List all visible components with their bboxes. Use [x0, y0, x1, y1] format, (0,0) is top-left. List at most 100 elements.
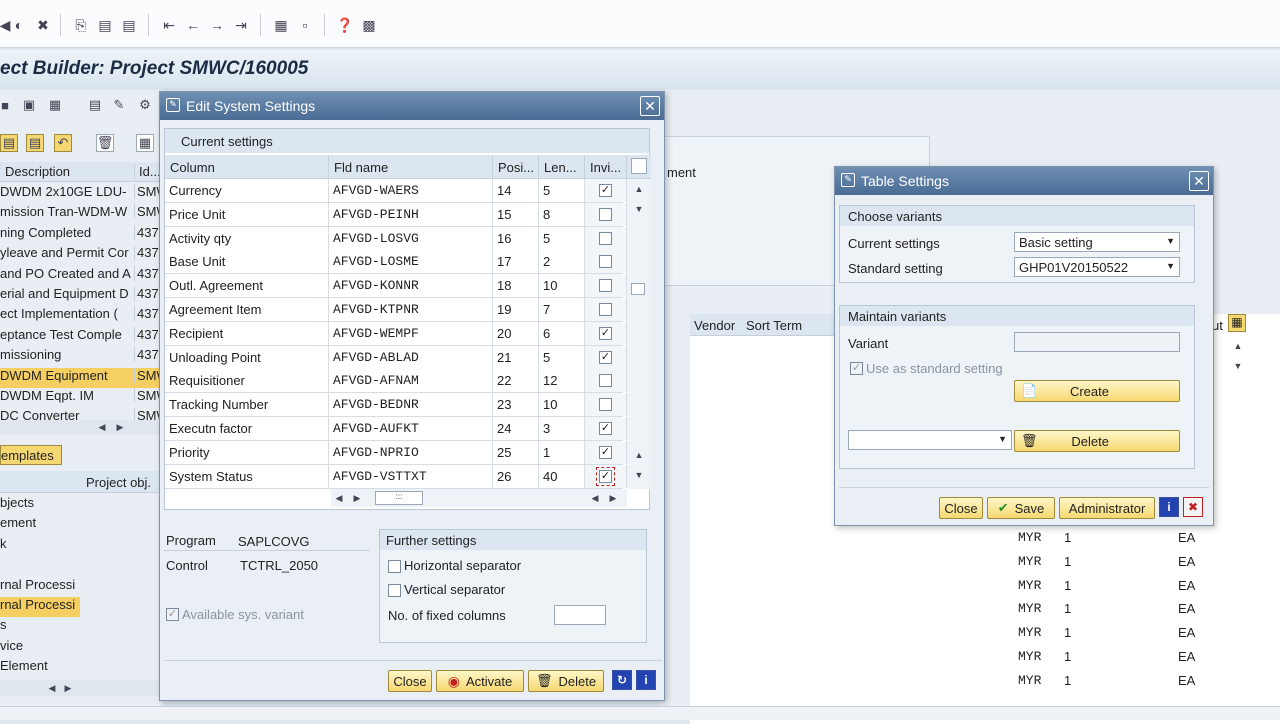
left-table-row[interactable]: mission Tran-WDM-WSMW: [0, 204, 162, 224]
table-row[interactable]: Requisitioner AFVGD-AFNAM 22 12: [165, 369, 627, 394]
left-table-row[interactable]: DWDM Eqpt. IMSMW: [0, 388, 162, 408]
settings-icon[interactable]: ⚙: [136, 96, 154, 114]
edit-icon[interactable]: ✎: [110, 96, 128, 114]
find-icon[interactable]: ▤: [96, 16, 114, 34]
paste-icon[interactable]: ▤: [26, 134, 44, 152]
print-icon[interactable]: ⎘: [72, 16, 90, 34]
current-settings-select[interactable]: Basic setting ▼: [1014, 232, 1180, 252]
trash-icon[interactable]: 🗑: [96, 134, 114, 152]
table-row[interactable]: Tracking Number AFVGD-BEDNR 23 10: [165, 393, 627, 418]
table-row[interactable]: Unloading Point AFVGD-ABLAD 21 5 ✓: [165, 345, 627, 370]
tree-node[interactable]: bjects: [0, 495, 80, 515]
undo-icon[interactable]: ↶: [54, 134, 72, 152]
left-table-row[interactable]: eptance Test Comple 437: [0, 326, 162, 347]
refresh-icon[interactable]: ↻: [612, 670, 632, 690]
left-hscroll[interactable]: ◀ ▶: [0, 420, 162, 434]
standard-setting-select[interactable]: GHP01V20150522 ▼: [1014, 257, 1180, 277]
tree-node[interactable]: [0, 556, 80, 576]
table-icon[interactable]: ▤: [86, 96, 104, 114]
close-dialog-icon[interactable]: ✕: [640, 96, 660, 116]
column-config-icon[interactable]: ▦: [1228, 314, 1246, 332]
cancel-icon[interactable]: ✖: [34, 16, 52, 34]
table-row[interactable]: Currency AFVGD-WAERS 14 5 ✓: [165, 179, 627, 203]
left-table-row[interactable]: ect Implementation (437: [0, 306, 162, 326]
exit-icon[interactable]: ◐: [10, 16, 28, 34]
close-button[interactable]: Close: [388, 670, 432, 692]
column-config-icon[interactable]: [631, 158, 647, 174]
table-row[interactable]: Priority AFVGD-NPRIO 25 1 ✓: [165, 440, 627, 465]
table-row[interactable]: Price Unit AFVGD-PEINH 15 8: [165, 202, 627, 227]
vertical-scrollbar[interactable]: ▲ ▼ ▲ ▼: [627, 179, 651, 489]
last-page-icon[interactable]: ⇥: [232, 16, 250, 34]
left-table-row[interactable]: erial and Equipment D 437: [0, 286, 162, 306]
grid-icon[interactable]: ▦: [136, 134, 154, 152]
table-row[interactable]: Executn factor AFVGD-AUFKT 24 3 ✓: [165, 417, 627, 441]
tree-node[interactable]: s: [0, 617, 80, 637]
info-icon[interactable]: i: [636, 670, 656, 690]
table-row[interactable]: Activity qty AFVGD-LOSVG 16 5: [165, 226, 627, 251]
hierarchy-icon[interactable]: ■: [0, 96, 14, 114]
previous-page-icon[interactable]: ←: [184, 16, 202, 34]
table-row[interactable]: System Status AFVGD-VSTTXT 26 40 ✓: [165, 464, 627, 489]
tree-node[interactable]: rnal Processi: [0, 597, 80, 617]
delete-variant-button[interactable]: 🗑 Delete: [1014, 430, 1180, 452]
left-table-row[interactable]: ning Completed 437: [0, 224, 162, 245]
fixed-columns-input[interactable]: [554, 605, 606, 625]
col-header-invisible[interactable]: Invi...: [585, 155, 627, 179]
invisible-checkbox[interactable]: ✓: [599, 326, 612, 340]
invisible-checkbox[interactable]: [599, 231, 612, 245]
left-table-row[interactable]: and PO Created and A 437: [0, 265, 162, 286]
left-table-row[interactable]: DWDM EquipmentSMW: [0, 367, 162, 388]
administrator-button[interactable]: Administrator: [1059, 497, 1155, 519]
col-header-column[interactable]: Column: [165, 155, 329, 179]
variant-input[interactable]: [1014, 332, 1180, 352]
available-variant-checkbox[interactable]: ✓: [166, 608, 179, 621]
first-page-icon[interactable]: ⇤: [160, 16, 178, 34]
table-row[interactable]: Recipient AFVGD-WEMPF 20 6 ✓: [165, 321, 627, 346]
next-page-icon[interactable]: →: [208, 16, 226, 34]
left-table-row[interactable]: DWDM 2x10GE LDU-SMW: [0, 184, 162, 204]
invisible-checkbox[interactable]: ✓: [599, 350, 612, 364]
save-button[interactable]: ✔ Save: [987, 497, 1055, 519]
left-table-row[interactable]: yleave and Permit Cor 437: [0, 245, 162, 265]
invisible-checkbox[interactable]: ✓: [599, 445, 612, 459]
tree-node[interactable]: Element: [0, 658, 80, 678]
table-row[interactable]: Outl. Agreement AFVGD-KONNR 18 10: [165, 274, 627, 299]
variant-select[interactable]: ▼: [848, 430, 1012, 450]
invisible-checkbox[interactable]: [599, 303, 612, 316]
left-tree-hscroll[interactable]: ◀ ▶: [0, 680, 162, 696]
close-icon[interactable]: ✖: [1183, 497, 1203, 517]
tree-node[interactable]: ement: [0, 515, 80, 535]
table-row[interactable]: Base Unit AFVGD-LOSME 17 2: [165, 250, 627, 275]
layout-menu-icon[interactable]: ▩: [360, 16, 378, 34]
table-row[interactable]: Agreement Item AFVGD-KTPNR 19 7: [165, 298, 627, 322]
find-next-icon[interactable]: ▤: [120, 16, 138, 34]
left-table-row[interactable]: missioning 437: [0, 347, 162, 367]
copy-icon[interactable]: ▤: [0, 134, 18, 152]
col-header-fld-name[interactable]: Fld name: [329, 155, 493, 179]
invisible-checkbox[interactable]: [599, 207, 612, 221]
horizontal-scrollbar[interactable]: ◀ ▶ ::: ◀ ▶: [331, 489, 627, 507]
tree-node[interactable]: k: [0, 536, 80, 556]
col-header-length[interactable]: Len...: [539, 155, 585, 179]
tree-node[interactable]: vice: [0, 638, 80, 658]
new-session-icon[interactable]: ▦: [272, 16, 290, 34]
close-dialog-icon[interactable]: ✕: [1189, 171, 1209, 191]
tree-node[interactable]: rnal Processi: [0, 577, 80, 597]
invisible-checkbox[interactable]: [599, 279, 612, 293]
shortcut-icon[interactable]: ▫: [296, 16, 314, 34]
close-button[interactable]: Close: [939, 497, 983, 519]
invisible-checkbox[interactable]: [599, 374, 612, 388]
create-button[interactable]: 📄 Create: [1014, 380, 1180, 402]
delete-button[interactable]: 🗑 Delete: [528, 670, 604, 692]
invisible-checkbox[interactable]: ✓: [599, 184, 612, 197]
templates-button[interactable]: emplates: [0, 445, 62, 465]
network-icon[interactable]: ▣: [20, 96, 38, 114]
invisible-checkbox[interactable]: ✓: [596, 466, 615, 486]
invisible-checkbox[interactable]: ✓: [599, 422, 612, 435]
col-header-position[interactable]: Posi...: [493, 155, 539, 179]
help-icon[interactable]: ❓: [336, 16, 354, 34]
invisible-checkbox[interactable]: [599, 398, 612, 412]
use-as-standard-checkbox[interactable]: ✓: [850, 362, 863, 375]
horizontal-separator-checkbox[interactable]: [388, 560, 401, 573]
